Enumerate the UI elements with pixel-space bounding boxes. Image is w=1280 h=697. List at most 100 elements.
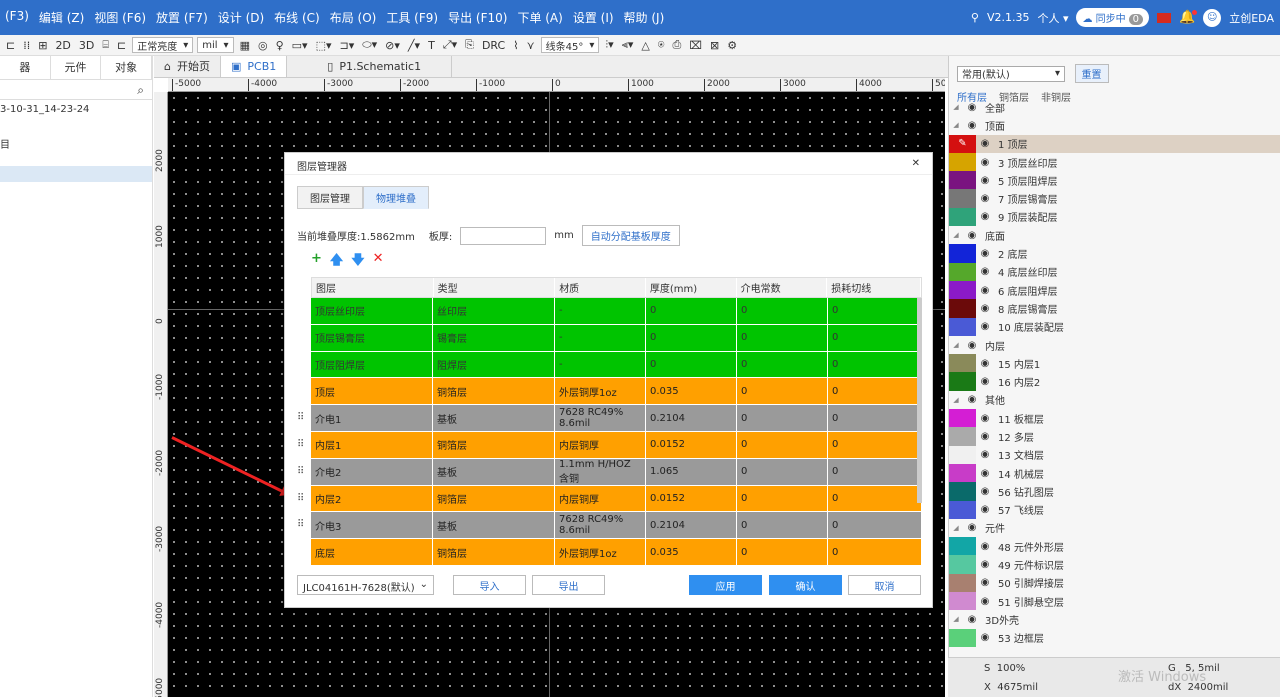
cancel-button[interactable]: 取消 [848,575,921,595]
layer-color-swatch[interactable] [949,537,976,556]
grid-icon[interactable]: ⁞⁞ [21,39,32,52]
table-row[interactable]: 顶层 铜箔层 外层铜厚1oz 0.035 0 0 [311,378,922,406]
layer-row[interactable]: ◉ 2 底层 [949,244,1280,263]
grid-toggle-icon[interactable]: ▦ [238,39,252,52]
layer-row[interactable]: ◉ 12 多层 [949,427,1280,446]
tab-physical-stack[interactable]: 物理堆叠 [363,186,429,209]
layer-preset-select[interactable]: 常用(默认) ▾ [957,65,1065,82]
layer-color-swatch[interactable] [949,171,976,190]
table-row[interactable]: 顶层阻焊层 阻焊层 -0 0 0 [311,351,922,379]
layer-color-swatch[interactable] [949,189,976,208]
eye-icon[interactable]: ◉ [963,340,981,351]
eye-icon[interactable]: ◉ [976,504,994,515]
layer-color-swatch[interactable] [949,262,976,281]
search-icon[interactable]: ⌕ [137,83,144,98]
table-row[interactable]: 顶层锡膏层 锡膏层 -0 0 0 [311,324,922,352]
auto-thickness-button[interactable]: 自动分配基板厚度 [581,225,680,246]
menu-item[interactable]: 下单 (A) [512,9,567,26]
shape-icon[interactable]: ⊐▾ [338,39,357,52]
eye-icon[interactable]: ◉ [976,285,994,296]
menu-item[interactable]: (F3) [0,9,34,26]
layer-row[interactable]: ◉ 48 元件外形层 [949,537,1280,556]
menu-item[interactable]: 帮助 (J) [619,9,670,26]
tab-project[interactable]: 器 [0,56,51,79]
board-icon[interactable]: ⊏ [115,39,128,52]
layer-color-swatch[interactable] [949,299,976,318]
routing-select[interactable]: 线条45° ▾ [540,37,600,53]
collapse-icon[interactable]: ◢ [949,391,963,409]
layer-color-swatch[interactable] [949,372,976,391]
eye-icon[interactable]: ◉ [963,102,981,113]
drag-handle-icon[interactable]: ⠿ [297,493,304,504]
layer-row[interactable]: ◉ 15 内层1 [949,354,1280,373]
layer-row[interactable]: ◉ 56 钻孔图层 [949,482,1280,501]
layer-row[interactable]: ◉ 49 元件标识层 [949,555,1280,574]
ellipse-icon[interactable]: ⬭▾ [360,38,379,52]
table-row[interactable]: ⠿ 内层2 铜箔层 内层铜厚 0.0152 0 0 [297,485,922,513]
line-icon[interactable]: ╱▾ [406,39,422,52]
eye-icon[interactable]: ◉ [976,632,994,643]
left-search[interactable]: ⌕ [0,80,152,100]
layer-row[interactable]: ◉ 14 机械层 [949,463,1280,483]
menu-item[interactable]: 布局 (O) [325,9,382,26]
collapse-icon[interactable]: ◢ [949,116,963,134]
table-row[interactable]: 顶层丝印层 丝印层 -0 0 0 [311,298,922,325]
layer-color-swatch[interactable] [949,500,976,519]
layer-color-swatch[interactable] [949,482,976,501]
view-3d-button[interactable]: 3D [77,39,96,52]
pin-icon[interactable]: ♀ [274,39,286,52]
tab-schematic[interactable]: ▯ P1.Schematic1 [287,56,453,77]
drag-handle-icon[interactable]: ⠿ [297,412,304,423]
layer-group[interactable]: ◢ ◉ 3D外壳 [949,610,1280,628]
eye-icon[interactable]: ◉ [976,175,994,186]
project-item[interactable]: 3-10-31_14-23-24 [0,100,152,122]
eye-icon[interactable]: ◉ [976,376,994,387]
drag-handle-icon[interactable]: ⠿ [297,519,304,530]
layer-color-swatch[interactable] [949,244,976,263]
layer-color-swatch[interactable] [949,280,976,300]
eye-icon[interactable]: ◉ [976,559,994,570]
layer-color-swatch[interactable] [949,207,976,227]
table-row[interactable]: 底层 铜箔层 外层铜厚1oz 0.035 0 0 [311,539,922,566]
avatar[interactable]: ☺ [1203,8,1222,27]
import-button[interactable]: 导入 [453,575,526,595]
collapse-icon[interactable]: ◢ [949,519,963,537]
layer-group[interactable]: ◢ ◉ 全部 [949,98,1280,116]
drill-icon[interactable]: ⍟ [656,38,667,52]
layer-row[interactable]: ◉ 50 引脚焊接层 [949,573,1280,593]
move-up-icon[interactable]: 🡅 [330,251,343,273]
eye-icon[interactable]: ◉ [976,157,994,168]
collapse-icon[interactable]: ◢ [949,336,963,354]
no-icon[interactable]: ⊘▾ [383,39,402,52]
text-icon[interactable]: T [426,39,437,52]
layer-color-swatch[interactable] [949,354,976,373]
eye-icon[interactable]: ◉ [976,138,994,149]
layer-group[interactable]: ◢ ◉ 元件 [949,519,1280,537]
layer-row[interactable]: ◉ 13 文档层 [949,445,1280,464]
eye-icon[interactable]: ◉ [976,596,994,607]
layer-color-swatch[interactable] [949,555,976,574]
eye-icon[interactable]: ◉ [976,449,994,460]
add-icon[interactable]: + [311,251,322,273]
scrollbar[interactable] [917,298,922,503]
selected-item[interactable] [0,166,152,182]
eye-icon[interactable]: ◉ [976,303,994,314]
layer-color-swatch[interactable] [949,628,976,647]
select-icon[interactable]: ⬚▾ [314,39,334,52]
drag-handle-icon[interactable]: ⠿ [297,439,304,450]
view-2d-button[interactable]: 2D [53,39,72,52]
photo-icon[interactable]: ⌧ [687,39,704,52]
route-icon[interactable]: ⌇ [511,39,520,52]
layer-color-swatch[interactable] [949,592,976,611]
layer-color-swatch[interactable] [949,152,976,172]
table-row[interactable]: ⠿ 介电1 基板 7628 RC49% 8.6mil 0.2104 0 0 [297,405,922,432]
layer-color-swatch[interactable] [949,317,976,336]
layer-color-swatch[interactable] [949,463,976,483]
tab-components[interactable]: 元件 [51,56,102,79]
table-row[interactable]: ⠿ 介电3 基板 7628 RC49% 8.6mil 0.2104 0 0 [297,512,922,540]
eye-icon[interactable]: ◉ [976,358,994,369]
eye-icon[interactable]: ◉ [976,468,994,479]
layer-row[interactable]: ◉ 9 顶层装配层 [949,207,1280,227]
stack-preset-select[interactable]: JLC04161H-7628(默认) ⌄ [297,575,434,595]
eye-icon[interactable]: ◉ [976,486,994,497]
